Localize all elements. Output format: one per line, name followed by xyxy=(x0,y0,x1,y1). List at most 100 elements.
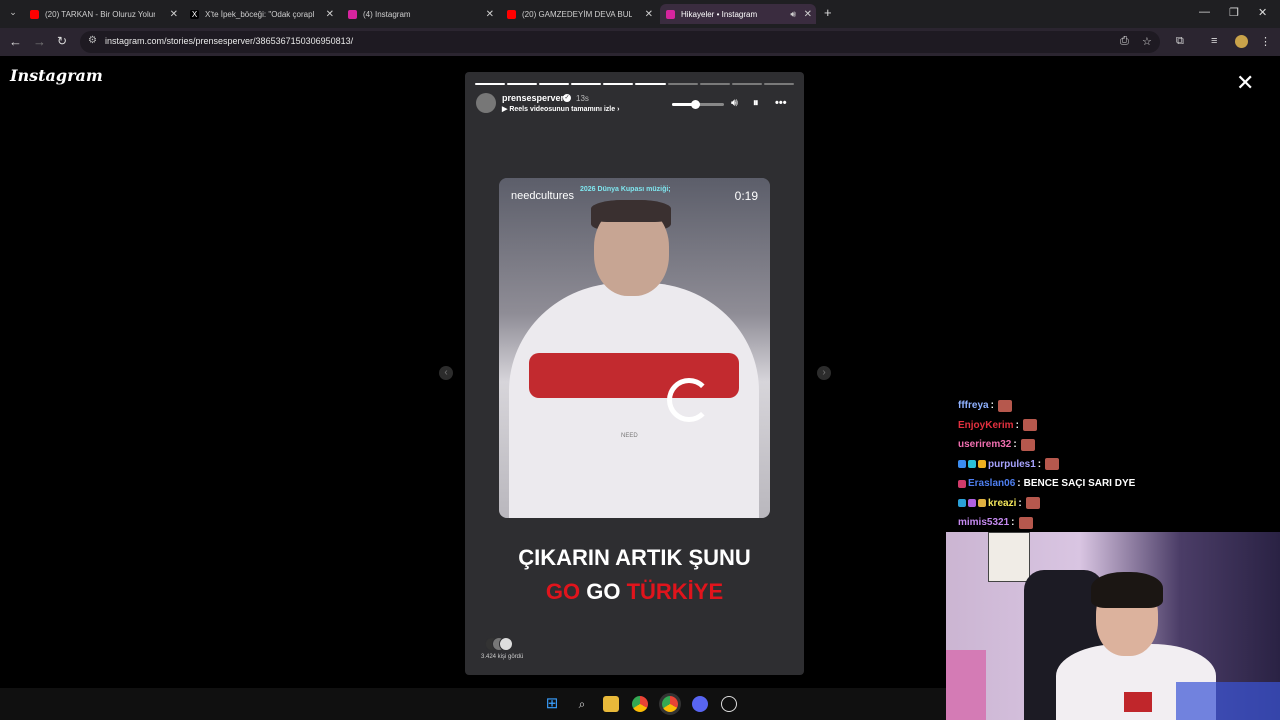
chat-badge-icon xyxy=(968,499,976,508)
minimize-icon[interactable]: — xyxy=(1199,6,1210,18)
chat-badge-icon xyxy=(958,479,966,488)
chat-emote-icon xyxy=(1025,497,1040,510)
chat-separator: : xyxy=(1018,497,1022,509)
reels-link[interactable]: ▶︎ Reels videosunun tamamını izle › xyxy=(502,105,619,113)
close-tab-icon[interactable]: ✕ xyxy=(804,9,812,20)
address-bar[interactable]: ⚙︎ instagram.com/stories/prensesperver/3… xyxy=(80,31,1160,53)
install-app-icon[interactable]: ⎙ xyxy=(1120,35,1129,48)
close-tab-icon[interactable]: ✕ xyxy=(326,9,334,20)
viewer-avatar xyxy=(499,637,513,651)
chrome-active-icon[interactable] xyxy=(662,696,678,712)
story-progress-segment xyxy=(731,83,762,85)
file-explorer-icon[interactable] xyxy=(603,696,619,712)
chat-text: BENCE SAÇI SARI DYE xyxy=(1023,478,1136,490)
chat-separator: : xyxy=(1011,517,1015,529)
windows-taskbar: ⊞ ⌕ xyxy=(0,688,946,720)
chat-emote-icon xyxy=(1045,458,1060,471)
story-progress-segment xyxy=(603,83,634,85)
instagram-icon xyxy=(666,9,675,19)
reload-icon[interactable]: ↻ xyxy=(57,34,67,48)
speaker-icon[interactable]: 🔊︎ xyxy=(731,97,738,110)
webcam-blue-light xyxy=(1176,682,1280,720)
story-progress-bars xyxy=(475,83,794,85)
webcam-person-hair xyxy=(1091,572,1163,608)
story-chant: GO GO TÜRKİYE xyxy=(465,579,804,605)
chat-badge-icon xyxy=(958,499,966,508)
chat-badge-icon xyxy=(978,499,986,508)
story-time-ago: 13s xyxy=(576,94,589,103)
search-icon[interactable]: ⌕ xyxy=(574,696,590,712)
volume-knob[interactable] xyxy=(691,100,701,109)
chat-message: fffreya: xyxy=(958,396,1278,416)
chat-username: EnjoyKerim xyxy=(958,419,1014,431)
volume-slider[interactable] xyxy=(672,100,724,109)
instagram-icon xyxy=(348,9,357,19)
close-tab-icon[interactable]: ✕ xyxy=(170,9,178,20)
url-text: instagram.com/stories/prensesperver/3865… xyxy=(105,36,354,46)
chat-message: userirem32: xyxy=(958,435,1278,455)
menu-kebab-icon[interactable]: ⋮ xyxy=(1260,35,1271,48)
story-progress-segment xyxy=(699,83,730,85)
close-story-icon[interactable]: ✕ xyxy=(1236,70,1254,96)
chat-message: EnjoyKerim: xyxy=(958,416,1278,436)
chat-username: userirem32 xyxy=(958,439,1012,451)
chrome-icon[interactable] xyxy=(632,696,648,712)
tab-title: (4) Instagram xyxy=(363,9,411,19)
previous-story-icon[interactable]: ‹ xyxy=(439,366,453,380)
chat-username: kreazi xyxy=(988,497,1017,509)
tab-gamzedeyim[interactable]: (20) GAMZEDEYİM DEVA BULM ✕ xyxy=(507,4,653,24)
site-info-icon[interactable]: ⚙︎ xyxy=(88,35,97,46)
video-player-hair-top xyxy=(591,200,671,222)
story-progress-segment xyxy=(667,83,698,85)
stream-chat-overlay: fffreya: EnjoyKerim: userirem32: purpules1:… xyxy=(958,396,1278,533)
discord-icon[interactable] xyxy=(692,696,708,712)
back-icon[interactable]: ← xyxy=(9,34,22,49)
reels-link-label: Reels videosunun tamamını izle xyxy=(509,106,616,113)
next-story-icon[interactable]: › xyxy=(817,366,831,380)
tab-title: (20) TARKAN - Bir Oluruz Yolun xyxy=(45,9,155,19)
extensions-icon[interactable]: ⧉ xyxy=(1176,35,1184,48)
maximize-icon[interactable]: ❐ xyxy=(1229,6,1239,19)
close-tab-icon[interactable]: ✕ xyxy=(645,9,653,20)
story-progress-segment xyxy=(507,83,538,85)
tab-tarkan[interactable]: (20) TARKAN - Bir Oluruz Yolun ✕ xyxy=(30,4,178,24)
more-options-icon[interactable]: ••• xyxy=(775,97,787,109)
seen-by-count[interactable]: 3.424 kişi gördü xyxy=(481,654,523,660)
chat-message: Eraslan06: BENCE SAÇI SARI DYE xyxy=(958,474,1278,494)
pause-icon[interactable]: ⏸︎ xyxy=(753,97,759,110)
app-icon[interactable] xyxy=(721,696,737,712)
chat-separator: : xyxy=(1013,439,1017,451)
browser-tab-strip: ⌄ (20) TARKAN - Bir Oluruz Yolun ✕ X X't… xyxy=(0,0,1280,28)
close-tab-icon[interactable]: ✕ xyxy=(486,9,494,20)
story-card[interactable]: prensesperver ✓ 13s ▶︎ Reels videosunun … xyxy=(465,72,804,675)
speaker-icon[interactable]: 🔊︎ xyxy=(790,9,796,20)
embedded-video[interactable]: needcultures 2026 Dünya Kupası müziği; 0… xyxy=(499,178,770,518)
verified-badge-icon: ✓ xyxy=(563,94,571,102)
forward-icon[interactable]: → xyxy=(33,34,46,49)
new-tab-button[interactable]: + xyxy=(824,5,832,20)
tab-instagram[interactable]: (4) Instagram ✕ xyxy=(348,4,494,24)
story-username[interactable]: prensesperver xyxy=(502,93,564,103)
chat-emote-icon xyxy=(1020,438,1035,451)
close-window-icon[interactable]: ✕ xyxy=(1258,6,1267,19)
bookmark-star-icon[interactable]: ☆ xyxy=(1142,35,1152,48)
chant-go-white: GO xyxy=(586,579,621,604)
tab-stories[interactable]: Hikayeler • Instagram 🔊︎ ✕ xyxy=(660,4,816,24)
instagram-logo[interactable]: Instagram xyxy=(10,66,103,85)
chat-badge-icon xyxy=(958,460,966,469)
profile-avatar[interactable] xyxy=(1235,35,1248,48)
chat-message: purpules1: xyxy=(958,455,1278,475)
tab-x[interactable]: X X'te İpek_böceği: "Odak çorapl ✕ xyxy=(190,4,334,24)
story-user-avatar[interactable] xyxy=(476,93,496,113)
webcam-pink-object xyxy=(946,650,986,720)
video-channel-name: needcultures xyxy=(511,190,574,202)
chat-separator: : xyxy=(1015,419,1019,431)
chat-username: fffreya xyxy=(958,400,989,412)
chat-separator: : xyxy=(1037,458,1042,470)
windows-start-icon[interactable]: ⊞ xyxy=(544,696,560,712)
media-control-icon[interactable]: ≡ xyxy=(1211,35,1217,47)
story-progress-segment xyxy=(635,83,666,85)
viewer-avatars[interactable] xyxy=(485,637,513,651)
tab-search-icon[interactable]: ⌄ xyxy=(6,7,20,21)
youtube-icon xyxy=(30,9,39,19)
